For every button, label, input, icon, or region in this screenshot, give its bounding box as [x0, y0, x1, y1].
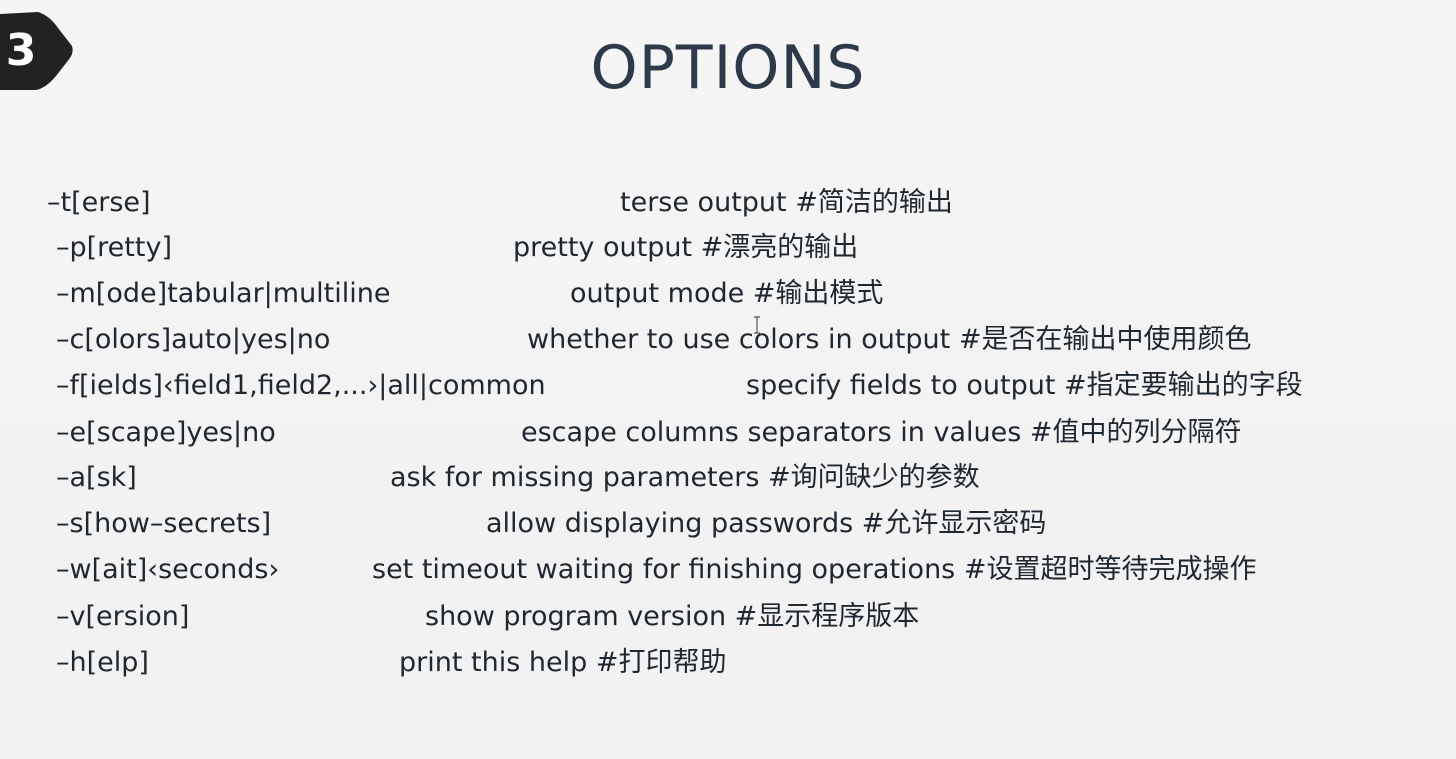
option-desc-show-secrets: allow displaying passwords #允许显示密码 — [486, 508, 1047, 539]
option-flag-mode: –m[ode]tabular|multiline — [56, 278, 391, 309]
option-flag-ask: –a[sk] — [56, 462, 137, 493]
option-flag-colors: –c[olors]auto|yes|no — [56, 324, 331, 355]
option-flag-escape: –e[scape]yes|no — [56, 417, 276, 448]
option-desc-help: print this help #打印帮助 — [399, 647, 727, 678]
text-cursor-icon — [754, 316, 760, 334]
option-flag-version: –v[ersion] — [56, 601, 190, 632]
option-flag-show-secrets: –s[how–secrets] — [56, 508, 272, 539]
option-flag-terse: –t[erse] — [47, 187, 151, 218]
option-desc-colors: whether to use colors in output #是否在输出中使… — [527, 324, 1252, 355]
option-desc-version: show program version #显示程序版本 — [425, 601, 920, 632]
option-desc-escape: escape columns separators in values #值中的… — [521, 417, 1242, 448]
option-flag-help: –h[elp] — [56, 647, 149, 678]
option-desc-wait: set timeout waiting for finishing operat… — [372, 554, 1257, 585]
option-desc-pretty: pretty output #漂亮的输出 — [513, 232, 859, 263]
option-flag-pretty: –p[retty] — [56, 232, 172, 263]
option-flag-fields: –f[ields]‹field1,field2,...›|all|common — [56, 370, 546, 401]
option-desc-terse: terse output #简洁的输出 — [620, 187, 953, 218]
option-desc-ask: ask for missing parameters #询问缺少的参数 — [390, 462, 980, 493]
option-flag-wait: –w[ait]‹seconds› — [56, 554, 280, 585]
page-title: OPTIONS — [590, 33, 866, 103]
option-desc-mode: output mode #输出模式 — [570, 278, 884, 309]
option-desc-fields: specify fields to output #指定要输出的字段 — [746, 370, 1303, 401]
